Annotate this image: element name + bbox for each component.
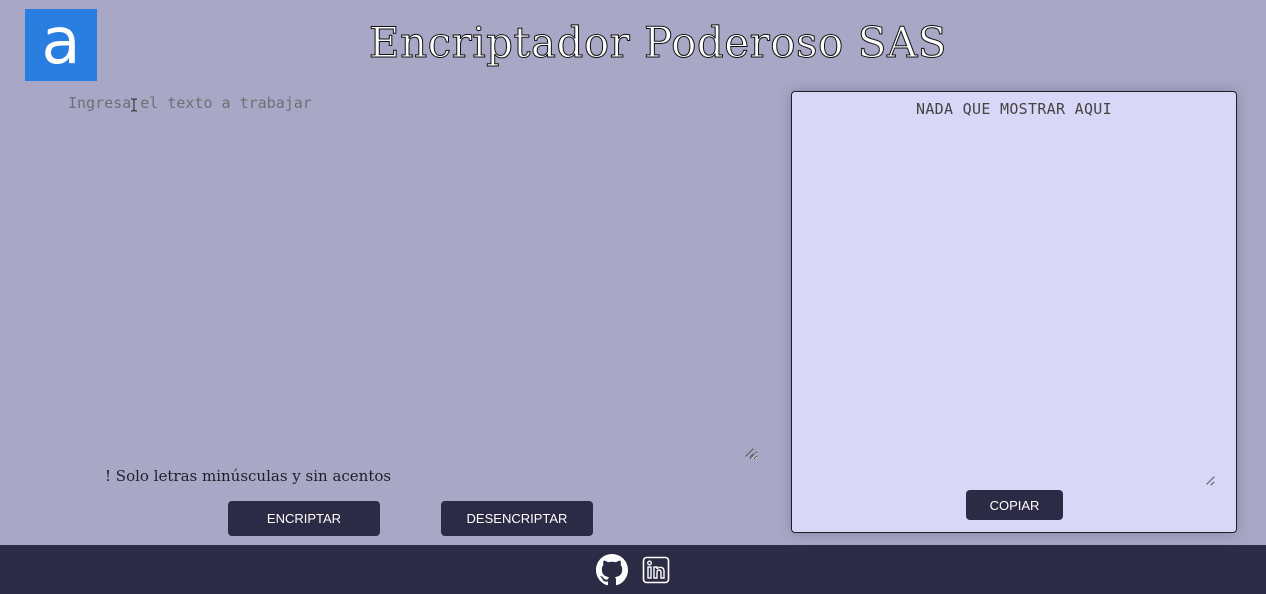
linkedin-icon	[642, 556, 670, 583]
text-input[interactable]	[60, 88, 758, 460]
output-resize-handle[interactable]	[1206, 476, 1215, 485]
output-text: NADA QUE MOSTRAR AQUI	[916, 100, 1112, 118]
output-panel[interactable]: NADA QUE MOSTRAR AQUI COPIAR	[791, 91, 1237, 533]
decrypt-button[interactable]: DESENCRIPTAR	[441, 501, 593, 536]
input-resize-handle[interactable]	[745, 448, 754, 457]
github-link[interactable]	[596, 553, 628, 586]
github-icon	[596, 553, 628, 585]
page-title: Encriptador Poderoso SAS	[368, 18, 948, 68]
warning-text: ! Solo letras minúsculas y sin acentos	[105, 467, 392, 485]
text-cursor-icon	[131, 98, 137, 112]
encrypt-button[interactable]: ENCRIPTAR	[228, 501, 380, 536]
page: a Encriptador Poderoso SAS ! Solo letras…	[0, 0, 1266, 594]
linkedin-link[interactable]	[642, 556, 670, 584]
footer	[0, 545, 1266, 594]
copy-button[interactable]: COPIAR	[966, 490, 1063, 520]
